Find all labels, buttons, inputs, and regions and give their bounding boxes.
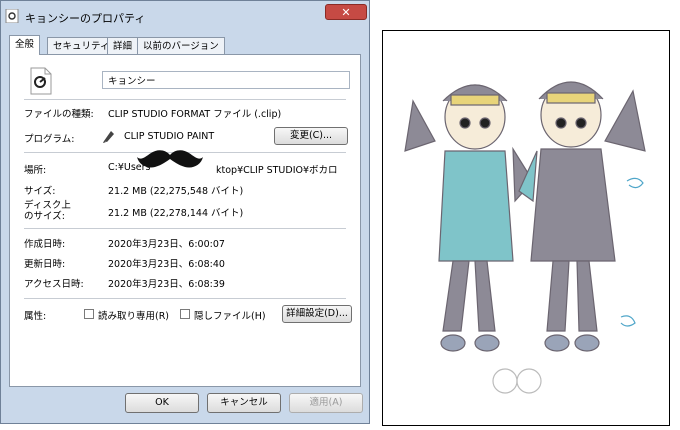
change-program-button[interactable]: 変更(C)...: [274, 127, 348, 145]
disk-size-label-line1: ディスク上: [24, 200, 71, 211]
file-type-label: ファイルの種類:: [24, 109, 94, 120]
disk-size-label-line2: のサイズ:: [24, 211, 65, 222]
divider: [24, 99, 346, 100]
program-label: プログラム:: [24, 134, 75, 145]
properties-dialog: キョンシーのプロパティ ✕ 全般 セキュリティ 詳細 以前のバージョン ファイル…: [0, 0, 370, 424]
artwork-preview: [382, 30, 670, 426]
location-value-end: ktop¥CLIP STUDIO¥ボカロ: [216, 165, 338, 176]
file-type-value: CLIP STUDIO FORMAT ファイル (.clip): [108, 109, 282, 120]
window-title: キョンシーのプロパティ: [25, 12, 146, 25]
location-label: 場所:: [24, 165, 47, 176]
readonly-checkbox[interactable]: [84, 309, 94, 319]
hidden-checkbox[interactable]: [180, 309, 190, 319]
divider: [24, 228, 346, 229]
illustration: [404, 81, 646, 394]
size-label: サイズ:: [24, 186, 56, 197]
clip-studio-file-icon: [5, 8, 19, 24]
clip-studio-paint-icon: [102, 129, 116, 143]
advanced-attributes-button[interactable]: 詳細設定(D)...: [282, 305, 352, 323]
size-value: 21.2 MB (22,275,548 バイト): [108, 186, 244, 197]
tab-previous-versions[interactable]: 以前のバージョン: [137, 37, 225, 55]
accessed-label: アクセス日時:: [24, 279, 84, 290]
mustache-icon: [135, 147, 205, 171]
accessed-value: 2020年3月23日、6:08:39: [108, 279, 225, 290]
created-label: 作成日時:: [24, 239, 66, 250]
title-bar[interactable]: キョンシーのプロパティ ✕: [1, 1, 369, 31]
hidden-label: 隠しファイル(H): [194, 311, 266, 322]
program-value: CLIP STUDIO PAINT: [124, 131, 215, 142]
disk-size-label: ディスク上 のサイズ:: [24, 200, 71, 222]
modified-value: 2020年3月23日、6:08:40: [108, 259, 225, 270]
close-button[interactable]: ✕: [325, 4, 367, 20]
tab-general[interactable]: 全般: [9, 35, 41, 55]
disk-size-value: 21.2 MB (22,278,144 バイト): [108, 208, 244, 219]
readonly-label: 読み取り専用(R): [98, 311, 170, 322]
tab-details[interactable]: 詳細: [107, 37, 139, 55]
apply-button[interactable]: 適用(A): [289, 393, 363, 413]
ok-button[interactable]: OK: [125, 393, 199, 413]
modified-label: 更新日時:: [24, 259, 66, 270]
tab-security[interactable]: セキュリティ: [47, 37, 116, 55]
clip-studio-file-icon: [28, 67, 54, 95]
general-panel: ファイルの種類: CLIP STUDIO FORMAT ファイル (.clip)…: [9, 54, 361, 387]
attributes-label: 属性:: [24, 311, 47, 322]
created-value: 2020年3月23日、6:00:07: [108, 239, 225, 250]
file-name-field[interactable]: [102, 71, 350, 89]
divider: [24, 298, 346, 299]
cancel-button[interactable]: キャンセル: [207, 393, 281, 413]
